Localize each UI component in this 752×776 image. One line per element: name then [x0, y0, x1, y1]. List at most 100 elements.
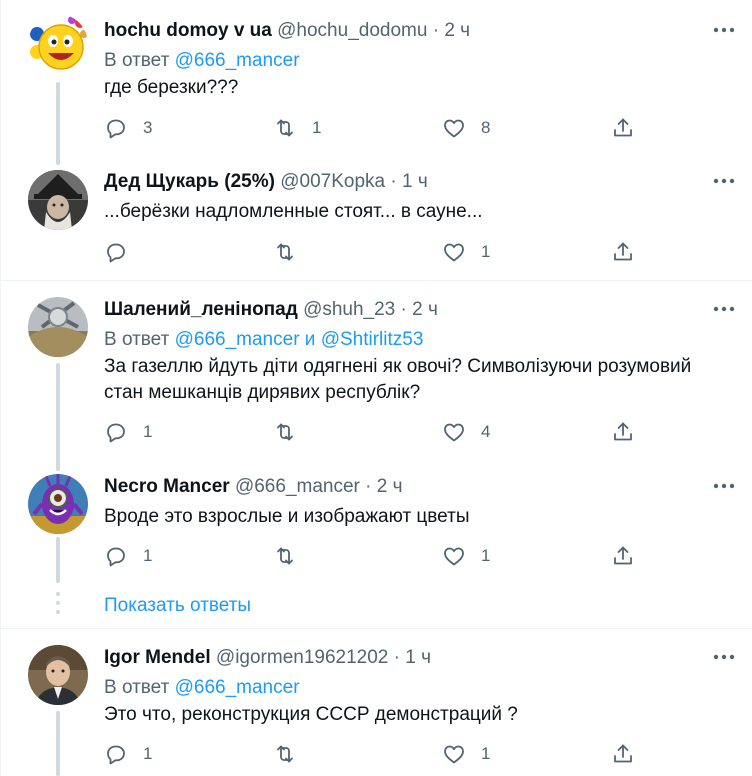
reply-button[interactable]: 1 [104, 417, 152, 447]
share-button[interactable] [611, 237, 635, 267]
avatar[interactable] [28, 297, 88, 357]
show-replies-link[interactable]: Показать ответы [104, 594, 251, 618]
reply-icon [107, 243, 125, 263]
tweet[interactable]: Igor Mendel @igormen19621202 · 1 ч В отв… [1, 629, 752, 776]
tweet-header: Igor Mendel @igormen19621202 · 1 ч [104, 646, 431, 670]
more-button[interactable] [711, 18, 737, 42]
retweet-button[interactable]: 1 [273, 113, 321, 143]
reply-mention[interactable]: @666_mancer и @Shtirlitz53 [175, 329, 424, 350]
tweet-actions: 1 1 [1, 541, 752, 571]
reply-button[interactable]: 1 [104, 541, 152, 571]
retweet-icon [277, 745, 293, 763]
avatar[interactable] [28, 474, 88, 534]
reply-to: В ответ @666_mancer [104, 49, 300, 73]
share-button[interactable] [611, 739, 635, 769]
retweet-button[interactable] [273, 739, 312, 769]
reply-button[interactable] [104, 237, 143, 267]
reply-to-label: В ответ [104, 329, 170, 350]
tweet[interactable]: Шалений_ленінопад @shuh_23 · 2 ч В ответ… [1, 281, 752, 471]
reply-to: В ответ @666_mancer [104, 676, 300, 700]
reply-count: 3 [143, 118, 153, 137]
timestamp[interactable]: 2 ч [444, 20, 470, 41]
retweet-icon [277, 423, 293, 441]
reply-count: 1 [143, 422, 153, 441]
tweet[interactable]: Necro Mancer @666_mancer · 2 ч Вроде это… [1, 471, 752, 583]
tweet-text: где березки??? [104, 77, 239, 98]
tweet-actions: 1 1 [1, 739, 752, 769]
author-name[interactable]: Шалений_ленінопад [104, 299, 298, 320]
like-count: 4 [481, 422, 491, 441]
reply-mention[interactable]: @666_mancer [175, 50, 300, 71]
separator-dot: · [390, 171, 397, 192]
more-button[interactable] [711, 297, 737, 321]
reply-count: 1 [143, 546, 153, 565]
author-name[interactable]: Дед Щукарь (25%) [104, 171, 275, 192]
like-button[interactable]: 1 [442, 237, 490, 267]
more-button[interactable] [711, 474, 737, 498]
retweet-count: 1 [312, 118, 322, 137]
reply-count: 1 [143, 744, 153, 763]
like-button[interactable]: 1 [442, 541, 490, 571]
retweet-button[interactable] [273, 417, 312, 447]
tweet-text: ...берёзки надломленные стоят... в сауне… [104, 201, 483, 222]
like-button[interactable]: 4 [442, 417, 490, 447]
reply-icon [107, 423, 125, 443]
share-icon [614, 546, 632, 565]
heart-icon [444, 423, 464, 442]
author-handle[interactable]: @666_mancer [235, 476, 360, 497]
more-icon [713, 306, 735, 312]
timestamp[interactable]: 1 ч [402, 171, 428, 192]
retweet-icon [277, 119, 293, 137]
reply-button[interactable]: 1 [104, 739, 152, 769]
more-button[interactable] [711, 645, 737, 669]
author-name[interactable]: hochu domoy v ua [104, 20, 272, 41]
tweet-text: За газеллю йдуть діти одягнені як овочі?… [104, 356, 692, 403]
retweet-icon [277, 547, 293, 565]
more-icon [713, 654, 735, 660]
author-handle[interactable]: @igormen19621202 [216, 647, 388, 668]
thread-continuation-dots [56, 592, 60, 619]
tweet-text: Вроде это взрослые и изображают цветы [104, 506, 470, 527]
reply-icon [107, 745, 125, 765]
reply-to: В ответ @666_mancer и @Shtirlitz53 [104, 328, 423, 352]
author-handle[interactable]: @hochu_dodomu [277, 20, 427, 41]
timestamp[interactable]: 1 ч [405, 647, 431, 668]
avatar[interactable] [28, 170, 88, 230]
reply-button[interactable]: 3 [104, 113, 152, 143]
separator-dot: · [365, 476, 372, 497]
share-button[interactable] [611, 541, 635, 571]
author-handle[interactable]: @007Kopka [280, 171, 385, 192]
heart-icon [444, 547, 464, 566]
author-handle[interactable]: @shuh_23 [303, 299, 395, 320]
like-count: 8 [481, 118, 491, 137]
tweet-actions: 1 [1, 237, 752, 267]
separator-dot: · [432, 20, 440, 41]
retweet-button[interactable] [273, 237, 312, 267]
share-button[interactable] [611, 417, 635, 447]
timeline: hochu domoy v ua @hochu_dodomu · 2 ч В о… [0, 0, 752, 776]
reply-icon [107, 119, 125, 139]
tweet-header: hochu domoy v ua @hochu_dodomu · 2 ч [104, 19, 470, 43]
like-count: 1 [481, 546, 491, 565]
share-button[interactable] [611, 113, 635, 143]
like-button[interactable]: 8 [442, 113, 490, 143]
tweet[interactable]: Дед Щукарь (25%) @007Kopka · 1 ч ...берё… [1, 165, 752, 280]
more-icon [713, 483, 735, 489]
retweet-icon [277, 243, 293, 261]
retweet-button[interactable] [273, 541, 312, 571]
more-icon [713, 27, 735, 33]
like-count: 1 [481, 744, 491, 763]
tweet[interactable]: hochu domoy v ua @hochu_dodomu · 2 ч В о… [1, 0, 752, 165]
reply-mention[interactable]: @666_mancer [175, 677, 300, 698]
like-button[interactable]: 1 [442, 739, 490, 769]
tweet-actions: 1 4 [1, 417, 752, 447]
avatar[interactable] [28, 645, 88, 705]
timestamp[interactable]: 2 ч [377, 476, 403, 497]
more-button[interactable] [711, 169, 737, 193]
more-icon [713, 178, 735, 184]
avatar[interactable] [28, 14, 88, 74]
tweet-header: Дед Щукарь (25%) @007Kopka · 1 ч [104, 170, 428, 194]
author-name[interactable]: Necro Mancer [104, 476, 230, 497]
author-name[interactable]: Igor Mendel [104, 647, 211, 668]
timestamp[interactable]: 2 ч [412, 299, 438, 320]
